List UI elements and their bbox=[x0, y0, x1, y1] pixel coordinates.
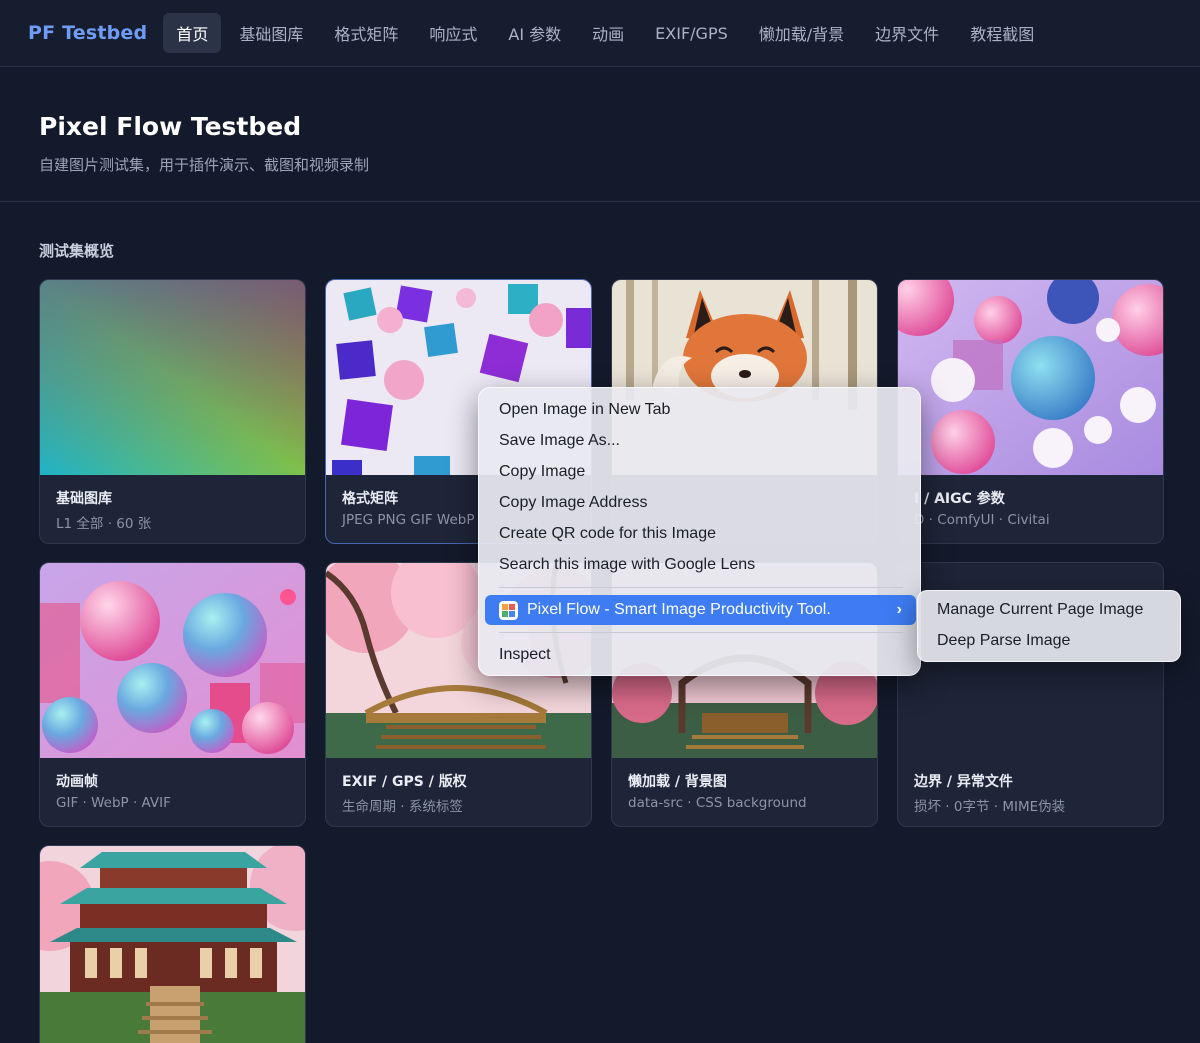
card-title: 边界 / 异常文件 bbox=[914, 774, 1013, 790]
context-menu: Open Image in New Tab Save Image As... C… bbox=[478, 387, 921, 676]
page-header: Pixel Flow Testbed 自建图片测试集，用于插件演示、截图和视频录… bbox=[0, 68, 1200, 202]
nav-item-home[interactable]: 首页 bbox=[163, 13, 222, 53]
menu-item-copy-image[interactable]: Copy Image bbox=[485, 457, 916, 487]
menu-item-pixel-flow-extension[interactable]: Pixel Flow - Smart Image Productivity To… bbox=[485, 595, 916, 625]
card-subtitle: D · ComfyUI · Civitai bbox=[914, 512, 1050, 528]
menu-separator bbox=[499, 632, 903, 633]
submenu-item-deep-parse-image[interactable]: Deep Parse Image bbox=[923, 626, 1177, 656]
nav-item-edge-files[interactable]: 边界文件 bbox=[862, 13, 952, 53]
card-title: 动画帧 bbox=[56, 774, 98, 790]
nav-item-animation[interactable]: 动画 bbox=[579, 13, 637, 53]
menu-item-copy-image-address[interactable]: Copy Image Address bbox=[485, 488, 916, 518]
nav-item-responsive[interactable]: 响应式 bbox=[416, 13, 490, 53]
menu-item-open-image-new-tab[interactable]: Open Image in New Tab bbox=[485, 395, 916, 425]
card-subtitle: GIF · WebP · AVIF bbox=[56, 795, 171, 811]
submenu-item-manage-page-image[interactable]: Manage Current Page Image bbox=[923, 595, 1177, 625]
nav-item-exif-gps[interactable]: EXIF/GPS bbox=[642, 16, 741, 51]
top-nav: PF Testbed 首页 基础图库 格式矩阵 响应式 AI 参数 动画 EXI… bbox=[0, 0, 1200, 67]
nav-item-basic-gallery[interactable]: 基础图库 bbox=[226, 13, 316, 53]
nav-item-lazyload[interactable]: 懒加载/背景 bbox=[746, 13, 857, 53]
menu-item-label: Pixel Flow - Smart Image Productivity To… bbox=[527, 601, 831, 618]
card-title: I / AIGC 参数 bbox=[914, 491, 1005, 507]
chevron-right-icon: › bbox=[896, 601, 902, 618]
card-tutorial[interactable] bbox=[39, 845, 306, 1043]
card-thumbnail[interactable] bbox=[40, 846, 305, 1043]
menu-item-save-image-as[interactable]: Save Image As... bbox=[485, 426, 916, 456]
page-subtitle: 自建图片测试集，用于插件演示、截图和视频录制 bbox=[39, 156, 370, 174]
menu-item-create-qr-code[interactable]: Create QR code for this Image bbox=[485, 519, 916, 549]
card-subtitle: 生命周期 · 系统标签 bbox=[342, 799, 463, 815]
menu-separator bbox=[499, 587, 903, 588]
card-title: 懒加载 / 背景图 bbox=[628, 774, 727, 790]
card-animation-frames[interactable]: 动画帧 GIF · WebP · AVIF bbox=[39, 562, 306, 827]
context-submenu: Manage Current Page Image Deep Parse Ima… bbox=[917, 590, 1181, 662]
card-subtitle: 损坏 · 0字节 · MIME伪装 bbox=[914, 799, 1066, 815]
card-title: 格式矩阵 bbox=[342, 491, 398, 507]
card-title: 基础图库 bbox=[56, 491, 112, 507]
card-basic-gallery[interactable]: 基础图库 L1 全部 · 60 张 bbox=[39, 279, 306, 544]
nav-item-tutorial[interactable]: 教程截图 bbox=[957, 13, 1047, 53]
section-title: 测试集概览 bbox=[39, 242, 115, 260]
nav-item-ai-params[interactable]: AI 参数 bbox=[495, 13, 574, 53]
menu-item-google-lens[interactable]: Search this image with Google Lens bbox=[485, 550, 916, 580]
card-thumbnail[interactable] bbox=[898, 280, 1163, 475]
card-subtitle: JPEG PNG GIF WebP bbox=[342, 512, 475, 528]
card-title: EXIF / GPS / 版权 bbox=[342, 774, 467, 790]
brand-logo[interactable]: PF Testbed bbox=[28, 22, 147, 44]
menu-item-inspect[interactable]: Inspect bbox=[485, 640, 916, 670]
pixel-flow-extension-icon bbox=[499, 601, 518, 620]
nav-item-format-matrix[interactable]: 格式矩阵 bbox=[321, 13, 411, 53]
card-ai-aigc-params[interactable]: I / AIGC 参数 D · ComfyUI · Civitai bbox=[897, 279, 1164, 544]
card-subtitle: data-src · CSS background bbox=[628, 795, 807, 811]
card-thumbnail[interactable] bbox=[40, 280, 305, 475]
card-thumbnail[interactable] bbox=[40, 563, 305, 758]
page-title: Pixel Flow Testbed bbox=[39, 112, 302, 141]
card-subtitle: L1 全部 · 60 张 bbox=[56, 516, 152, 532]
